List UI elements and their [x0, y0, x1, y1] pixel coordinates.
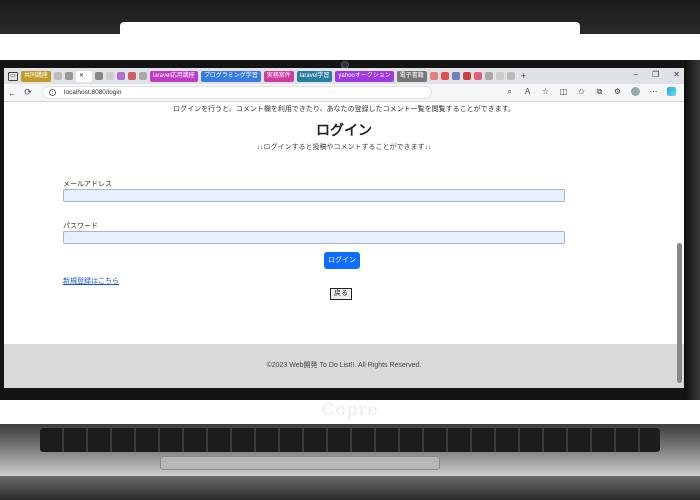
copilot-icon[interactable]: [667, 87, 676, 96]
collections-icon[interactable]: ⧉: [595, 87, 604, 96]
back-button[interactable]: 戻る: [330, 288, 352, 300]
extensions-icon[interactable]: ⚙: [613, 87, 622, 96]
tab-group-4[interactable]: 実務案件: [263, 70, 294, 82]
page-footer: ©2023 Web開発 To Do List!!. All Rights Res…: [4, 344, 684, 388]
laptop-keyboard: [40, 428, 660, 452]
tab-favicon[interactable]: [95, 72, 104, 80]
more-menu-icon[interactable]: ⋯: [649, 87, 658, 96]
tab-group-5[interactable]: laravel学習: [296, 70, 333, 82]
site-info-icon[interactable]: i: [49, 89, 56, 96]
favorites-icon[interactable]: ✩: [577, 87, 586, 96]
login-page: ログインを行うと、コメント欄を利用できたり、あなたの登録したコメント一覧を閲覧す…: [4, 102, 684, 388]
login-notice: ログインを行うと、コメント欄を利用できたり、あなたの登録したコメント一覧を閲覧す…: [173, 106, 515, 113]
new-tab-button[interactable]: +: [521, 71, 526, 81]
page-title: ログイン: [316, 122, 372, 138]
footer-copyright: ©2023 Web開発 To Do List!!. All Rights Res…: [266, 362, 422, 369]
window-controls: – ❐ ✕: [634, 70, 680, 79]
laptop-touchpad: [160, 456, 440, 470]
back-arrow-icon[interactable]: ←: [4, 88, 20, 98]
login-subnote: ↓↓ログインすると投稿やコメントすることができます↓↓: [256, 144, 432, 151]
tab-favicon[interactable]: [462, 72, 471, 80]
address-bar: ← ⟳ i localhost:8080/login ⌕ A ☆ ◫ ✩ ⧉ ⚙…: [4, 84, 684, 102]
register-link[interactable]: 新規登録はこちら: [63, 276, 119, 286]
login-button[interactable]: ログイン: [324, 252, 360, 269]
tab-favicon[interactable]: [65, 72, 74, 80]
toolbar-icons: ⌕ A ☆ ◫ ✩ ⧉ ⚙ ⋯: [505, 87, 676, 96]
tab-actions-icon[interactable]: ▭: [8, 71, 18, 81]
tab-group-6[interactable]: yahooオークション: [335, 70, 394, 82]
url-input[interactable]: i localhost:8080/login: [42, 86, 432, 99]
tab-favicon[interactable]: [54, 72, 63, 80]
tab-favicon[interactable]: [429, 72, 438, 80]
tab-favicon[interactable]: [473, 72, 482, 80]
tab-group-2[interactable]: laravel応用講座: [150, 70, 198, 82]
tab-favicon[interactable]: [106, 72, 115, 80]
tab-favicon[interactable]: [117, 72, 126, 80]
password-field[interactable]: [63, 231, 565, 244]
tab-group-7[interactable]: 電子書籍: [396, 70, 427, 82]
email-field[interactable]: [63, 189, 565, 202]
maximize-button[interactable]: ❐: [652, 70, 659, 79]
reload-icon[interactable]: ⟳: [20, 87, 36, 98]
browser-window: ▭ 共同講座 ✕ laravel応用講座 プログラミング学習 実務案件 lara…: [4, 68, 684, 388]
laptop-bottom-edge: [0, 476, 700, 500]
tab-favicon[interactable]: [506, 72, 515, 80]
page-scrollbar[interactable]: [677, 243, 682, 383]
email-label: メールアドレス: [63, 181, 112, 188]
laptop-brand-logo: Copre: [321, 400, 379, 420]
close-window-button[interactable]: ✕: [673, 70, 680, 79]
tab-group-1[interactable]: 共同講座: [21, 70, 52, 82]
tab-favicon[interactable]: [440, 72, 449, 80]
favorite-star-icon[interactable]: ☆: [541, 87, 550, 96]
url-text: localhost:8080/login: [64, 89, 122, 96]
tab-favicon[interactable]: [484, 72, 493, 80]
search-icon[interactable]: ⌕: [505, 87, 514, 96]
tab-group-3[interactable]: プログラミング学習: [200, 70, 261, 82]
scene: ▭ 共同講座 ✕ laravel応用講座 プログラミング学習 実務案件 lara…: [0, 0, 700, 500]
split-screen-icon[interactable]: ◫: [559, 87, 568, 96]
tab-favicon[interactable]: [495, 72, 504, 80]
tab-favicon[interactable]: [139, 72, 148, 80]
active-tab[interactable]: ✕: [76, 70, 93, 82]
minimize-button[interactable]: –: [634, 70, 638, 79]
tab-bar: ▭ 共同講座 ✕ laravel応用講座 プログラミング学習 実務案件 lara…: [4, 68, 684, 84]
password-label: パスワード: [63, 223, 98, 230]
profile-avatar-icon[interactable]: [631, 87, 640, 96]
read-aloud-icon[interactable]: A: [523, 87, 532, 96]
tab-favicon[interactable]: [451, 72, 460, 80]
laptop-edge: [684, 60, 700, 400]
tab-favicon[interactable]: [128, 72, 137, 80]
top-bezel: [0, 0, 700, 36]
